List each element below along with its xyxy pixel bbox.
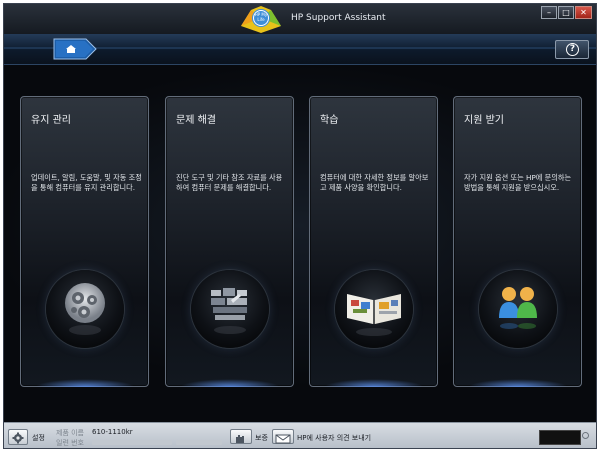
warranty-button[interactable] [230,429,252,444]
serial-number-label: 일련 번호 [56,439,84,447]
help-button[interactable]: ? [555,40,589,59]
envelope-icon [275,434,291,444]
hand-icon [236,435,244,443]
close-button[interactable]: ✕ [575,6,592,19]
card-learn[interactable]: 학습 컴퓨터에 대한 자세한 정보를 알아보고 제품 사양을 확인합니다. [309,96,438,387]
card-title: 문제 해결 [176,115,216,126]
search-input[interactable] [539,430,581,445]
card-title: 유지 관리 [31,115,71,126]
status-bar: 설정 제품 이름 610-1110kr 일련 번호 보증 HP에 사용자 의견 … [4,422,596,448]
product-name-label: 제품 이름 [56,429,84,437]
title-bar: HP My Life HP Support Assistant – □ ✕ [4,4,596,34]
card-description: 자가 지원 옵션 또는 HP에 문의하는 방법을 통해 지원을 받으십시오. [464,173,572,192]
feedback-button[interactable] [272,429,294,444]
card-description: 진단 도구 및 기타 참조 자료를 사용하여 컴퓨터 문제를 해결합니다. [176,173,283,192]
serial-number-redacted [176,440,222,445]
gears-icon [46,270,124,348]
app-window: HP My Life HP Support Assistant – □ ✕ ? [3,3,597,449]
card-glow [180,379,280,387]
gear-icon [12,432,24,444]
settings-button[interactable] [8,429,28,445]
card-description: 업데이트, 알림, 도움말, 및 자동 조정을 통해 컴퓨터를 유지 관리합니다… [31,173,142,192]
serial-number-redacted [92,440,172,445]
card-title: 학습 [320,115,339,126]
maximize-button[interactable]: □ [558,6,574,19]
people-icon [479,270,557,348]
card-description: 컴퓨터에 대한 자세한 정보를 알아보고 제품 사양을 확인합니다. [320,173,429,192]
card-troubleshoot[interactable]: 문제 해결 진단 도구 및 기타 참조 자료를 사용하여 컴퓨터 문제를 해결합… [165,96,294,387]
help-icon: ? [566,43,579,56]
card-title: 지원 받기 [464,115,504,126]
warranty-label[interactable]: 보증 [255,433,268,443]
home-button[interactable] [52,38,98,60]
card-get-support[interactable]: 지원 받기 자가 지원 옵션 또는 HP에 문의하는 방법을 통해 지원을 받으… [453,96,582,387]
minimize-button[interactable]: – [541,6,557,19]
svg-text:Life: Life [257,17,265,22]
product-name-value: 610-1110kr [92,428,133,436]
card-glow [324,379,424,387]
search-icon[interactable] [582,432,589,439]
navigation-bar: ? [4,34,596,65]
card-maintenance[interactable]: 유지 관리 업데이트, 알림, 도움말, 및 자동 조정을 통해 컴퓨터를 유지… [20,96,149,387]
settings-label[interactable]: 설정 [32,433,45,443]
card-glow [35,379,135,387]
open-book-icon [335,270,413,348]
feedback-label[interactable]: HP에 사용자 의견 보내기 [297,433,371,443]
main-area: 유지 관리 업데이트, 알림, 도움말, 및 자동 조정을 통해 컴퓨터를 유지… [4,65,596,422]
diagnostic-tools-icon [191,270,269,348]
hp-my-life-logo: HP My Life [237,4,285,34]
window-title: HP Support Assistant [291,13,386,23]
card-glow [468,379,568,387]
